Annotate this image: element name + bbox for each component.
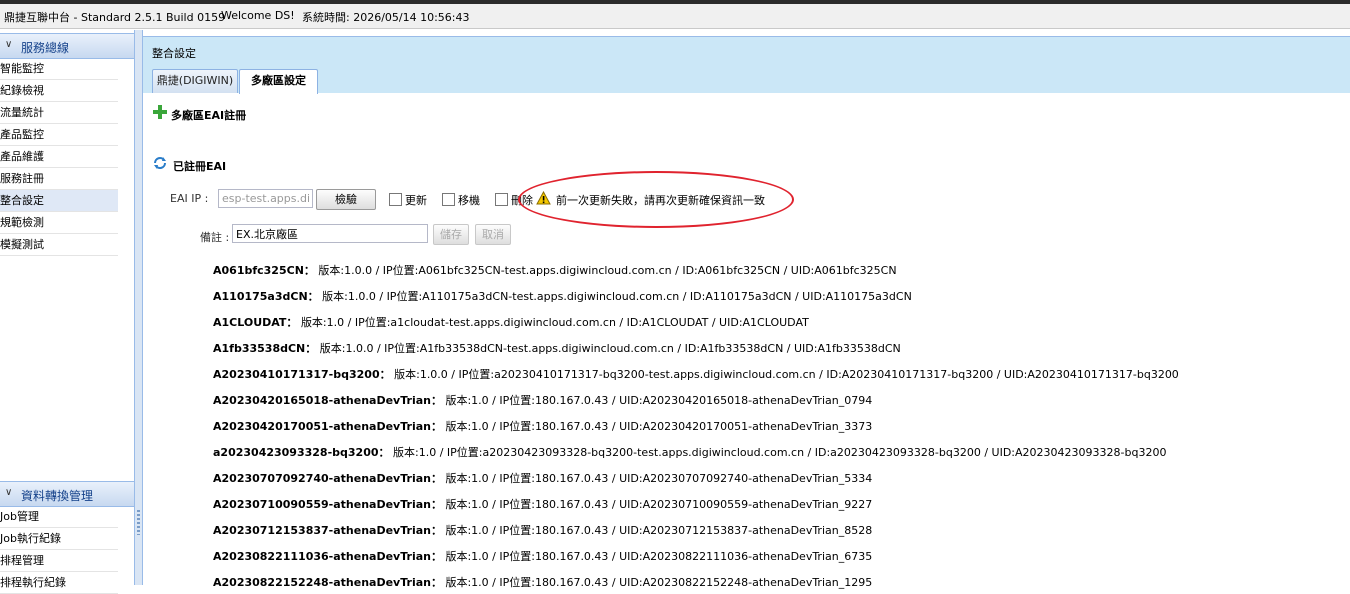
- delete-checkbox[interactable]: [495, 193, 508, 206]
- entry-name: A20230420165018-athenaDevTrian：: [213, 394, 442, 407]
- entry-detail: 版本:1.0 / IP位置:a20230423093328-bq3200-tes…: [393, 446, 1167, 459]
- check-button[interactable]: 檢驗: [316, 189, 376, 210]
- sidebar-item-product-monitor[interactable]: 產品監控: [0, 124, 118, 146]
- sidebar-item-log-view[interactable]: 紀錄檢視: [0, 80, 118, 102]
- entry-name: A20230710090559-athenaDevTrian：: [213, 498, 442, 511]
- eai-ip-label: EAI IP :: [170, 192, 209, 205]
- entry-detail: 版本:1.0 / IP位置:180.167.0.43 / UID:A202307…: [445, 472, 873, 485]
- list-item: A20230420165018-athenaDevTrian： 版本:1.0 /…: [213, 392, 872, 408]
- entry-detail: 版本:1.0 / IP位置:180.167.0.43 / UID:A202307…: [445, 524, 873, 537]
- page-title: 整合設定: [152, 47, 196, 60]
- sidebar-item-traffic-stats[interactable]: 流量統計: [0, 102, 118, 124]
- list-item: A061bfc325CN： 版本:1.0.0 / IP位置:A061bfc325…: [213, 262, 897, 278]
- entry-detail: 版本:1.0.0 / IP位置:A110175a3dCN-test.apps.d…: [322, 290, 912, 303]
- tab-multi-site[interactable]: 多廠區設定: [239, 69, 318, 94]
- entry-name: A20230822111036-athenaDevTrian：: [213, 550, 442, 563]
- collapse-chevron-icon[interactable]: ∨: [5, 39, 12, 50]
- title-bar: 鼎捷互聯中台 - Standard 2.5.1 Build 0159 Welco…: [0, 4, 1350, 29]
- collapse-chevron-icon[interactable]: ∨: [5, 487, 12, 498]
- panel-title: 服務總線: [21, 41, 70, 55]
- sidebar-item-monitor[interactable]: 智能監控: [0, 58, 118, 80]
- list-item: A20230712153837-athenaDevTrian： 版本:1.0 /…: [213, 522, 872, 538]
- sidebar-item-job-log[interactable]: Job執行紀錄: [0, 528, 118, 550]
- sidebar-item-product-maintain[interactable]: 產品維護: [0, 146, 118, 168]
- sidebar-item-schedule-manage[interactable]: 排程管理: [0, 550, 118, 572]
- entry-detail: 版本:1.0.0 / IP位置:a20230410171317-bq3200-t…: [394, 368, 1179, 381]
- entry-detail: 版本:1.0 / IP位置:a1cloudat-test.apps.digiwi…: [300, 316, 809, 329]
- panel-header-service-bus[interactable]: ∨ 服務總線: [0, 33, 134, 59]
- cancel-button[interactable]: 取消: [475, 224, 511, 245]
- main-panel: 整合設定 鼎捷(DIGIWIN) 多廠區設定 多廠區EAI註冊 已註冊EAI E…: [143, 30, 1350, 589]
- tab-digiwin[interactable]: 鼎捷(DIGIWIN): [152, 69, 238, 93]
- list-item: a20230423093328-bq3200： 版本:1.0 / IP位置:a2…: [213, 444, 1166, 460]
- entry-detail: 版本:1.0.0 / IP位置:A1fb33538dCN-test.apps.d…: [319, 342, 901, 355]
- splitter-grip[interactable]: [137, 510, 140, 535]
- entry-name: A20230707092740-athenaDevTrian：: [213, 472, 442, 485]
- registered-section-title: 已註冊EAI: [173, 160, 227, 173]
- note-input[interactable]: [232, 224, 428, 243]
- sidebar: ∨ 服務總線 智能監控 紀錄檢視 流量統計 產品監控 產品維護 服務註冊 整合設…: [0, 30, 135, 594]
- sidebar-item-spec-check[interactable]: 規範檢測: [0, 212, 118, 234]
- sidebar-item-job-manage[interactable]: Job管理: [0, 506, 118, 528]
- list-item: A20230822152248-athenaDevTrian： 版本:1.0 /…: [213, 574, 872, 590]
- system-time: 系統時間: 2026/05/14 10:56:43: [302, 11, 470, 24]
- panel-title: 資料轉換管理: [21, 489, 94, 503]
- entry-name: a20230423093328-bq3200：: [213, 446, 390, 459]
- sidebar-item-service-register[interactable]: 服務註冊: [0, 168, 118, 190]
- add-icon[interactable]: [153, 105, 167, 119]
- entry-name: A20230420170051-athenaDevTrian：: [213, 420, 442, 433]
- entry-name: A20230822152248-athenaDevTrian：: [213, 576, 442, 589]
- register-section-title[interactable]: 多廠區EAI註冊: [171, 107, 246, 123]
- list-item: A20230420170051-athenaDevTrian： 版本:1.0 /…: [213, 418, 872, 434]
- main-header: 整合設定 鼎捷(DIGIWIN) 多廠區設定: [143, 36, 1350, 94]
- sidebar-item-simulation-test[interactable]: 模擬測試: [0, 234, 118, 256]
- entry-name: A061bfc325CN：: [213, 264, 315, 277]
- entry-name: A20230712153837-athenaDevTrian：: [213, 524, 442, 537]
- entry-detail: 版本:1.0 / IP位置:180.167.0.43 / UID:A202308…: [445, 576, 873, 589]
- entry-name: A20230410171317-bq3200：: [213, 368, 391, 381]
- eai-ip-input[interactable]: [218, 189, 313, 208]
- update-checkbox[interactable]: [389, 193, 402, 206]
- sidebar-item-integration-settings[interactable]: 整合設定: [0, 190, 118, 212]
- move-label: 移機: [458, 194, 480, 207]
- sidebar-item-schedule-log[interactable]: 排程執行紀錄: [0, 572, 118, 594]
- update-label: 更新: [405, 194, 427, 207]
- list-item: A110175a3dCN： 版本:1.0.0 / IP位置:A110175a3d…: [213, 288, 912, 304]
- welcome-text: Welcome DS!: [221, 9, 295, 22]
- entry-detail: 版本:1.0 / IP位置:180.167.0.43 / UID:A202308…: [445, 550, 873, 563]
- entry-detail: 版本:1.0 / IP位置:180.167.0.43 / UID:A202304…: [445, 420, 873, 433]
- list-item: A1CLOUDAT： 版本:1.0 / IP位置:a1cloudat-test.…: [213, 314, 809, 330]
- panel-header-data-transform[interactable]: ∨ 資料轉換管理: [0, 481, 134, 507]
- refresh-icon[interactable]: [153, 156, 167, 170]
- list-item: A20230710090559-athenaDevTrian： 版本:1.0 /…: [213, 496, 872, 512]
- list-item: A1fb33538dCN： 版本:1.0.0 / IP位置:A1fb33538d…: [213, 340, 901, 356]
- note-label: 備註 :: [200, 231, 230, 244]
- save-button[interactable]: 儲存: [433, 224, 469, 245]
- entry-detail: 版本:1.0.0 / IP位置:A061bfc325CN-test.apps.d…: [318, 264, 897, 277]
- entry-detail: 版本:1.0 / IP位置:180.167.0.43 / UID:A202307…: [445, 498, 873, 511]
- entry-name: A1fb33538dCN：: [213, 342, 317, 355]
- entry-name: A1CLOUDAT：: [213, 316, 298, 329]
- list-item: A20230822111036-athenaDevTrian： 版本:1.0 /…: [213, 548, 872, 564]
- highlight-annotation: [518, 171, 794, 228]
- entry-name: A110175a3dCN：: [213, 290, 319, 303]
- app-title: 鼎捷互聯中台 - Standard 2.5.1 Build 0159: [4, 11, 226, 24]
- sidebar-splitter[interactable]: [135, 30, 143, 585]
- list-item: A20230707092740-athenaDevTrian： 版本:1.0 /…: [213, 470, 872, 486]
- list-item: A20230410171317-bq3200： 版本:1.0.0 / IP位置:…: [213, 366, 1179, 382]
- move-checkbox[interactable]: [442, 193, 455, 206]
- entry-detail: 版本:1.0 / IP位置:180.167.0.43 / UID:A202304…: [445, 394, 873, 407]
